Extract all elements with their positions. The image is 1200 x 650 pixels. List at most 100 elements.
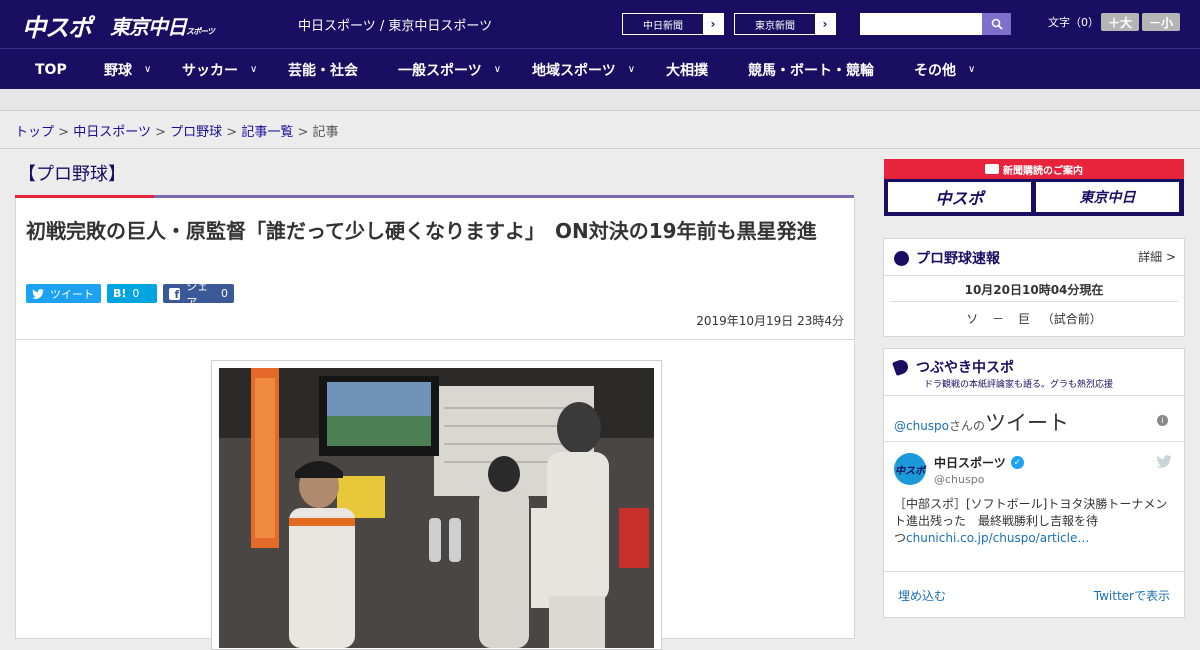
chevron-down-icon: ∨: [493, 64, 502, 75]
search-button[interactable]: [982, 13, 1011, 35]
tsubuyaki-header: つぶやき中スポ: [892, 357, 1014, 377]
nav-item-local-sports[interactable]: 地域スポーツ ∨: [532, 49, 635, 90]
breadcrumb-separator: >: [226, 125, 238, 140]
site-name: 中日スポーツ / 東京中日スポーツ: [298, 19, 493, 34]
twitter-handle-link[interactable]: @chuspo: [894, 419, 949, 433]
twitter-widget: つぶやき中スポ ドラ観戦の本紙評論家も語る。グラも熱烈応援 @chuspo さん…: [883, 348, 1185, 618]
tsubuyaki-title: つぶやき中スポ: [916, 360, 1014, 376]
hatena-count: 0: [132, 287, 140, 300]
nav-item-general-sports[interactable]: 一般スポーツ ∨: [398, 49, 501, 90]
divider: [884, 441, 1184, 442]
tokyo-chunichi-logo[interactable]: 東京中日スポーツ: [110, 11, 215, 40]
view-on-twitter-link[interactable]: Twitterで表示: [1094, 587, 1170, 604]
verified-badge-icon: ✓: [1010, 456, 1024, 469]
nav-item-label: 地域スポーツ: [532, 62, 616, 79]
dugout-photo-illustration: [219, 368, 654, 648]
tokyo-logo-text: 東京中日: [110, 15, 187, 39]
nav-item-label: 競馬・ボート・競輪: [748, 62, 874, 79]
account-name[interactable]: 中日スポーツ: [934, 454, 1006, 471]
score-dash: －: [992, 312, 1005, 326]
twitter-heading: ツイート: [985, 411, 1070, 435]
nav-item-label: 大相撲: [666, 62, 708, 79]
article-photo[interactable]: [219, 368, 654, 648]
nav-item-top[interactable]: TOP: [35, 49, 67, 90]
tweet-button[interactable]: ツイート: [26, 284, 101, 303]
facebook-icon: f: [169, 287, 181, 300]
article-header: 初戦完敗の巨人・原監督「誰だって少し硬くなりますよ」 ON対決の19年前も黒星発…: [15, 198, 855, 340]
nav-item-label: その他: [914, 62, 956, 79]
breadcrumb: トップ > 中日スポーツ > プロ野球 > 記事一覧 > 記事: [15, 121, 339, 140]
chuspo-logo[interactable]: 中スポ: [22, 8, 92, 43]
nav-item-label: 野球: [104, 62, 132, 79]
baseball-score-widget: プロ野球速報 詳細 > 10月20日10時04分現在 ソ － 巨 （試合前）: [883, 238, 1185, 337]
tweet-line: つchunichi.co.jp/chuspo/article…: [894, 530, 1178, 547]
hatena-bookmark-button[interactable]: B! 0: [107, 284, 157, 303]
newspaper-icon: [985, 164, 999, 174]
account-name-row: 中日スポーツ ✓: [934, 454, 1024, 471]
divider: [890, 301, 1178, 302]
article-photo-frame: [211, 360, 662, 650]
baseball-detail-link[interactable]: 詳細 >: [1138, 248, 1176, 265]
tweet-line: ト進出残った 最終戦勝利し吉報を待: [894, 514, 1099, 528]
breadcrumb-pro-baseball[interactable]: プロ野球: [170, 125, 222, 140]
chevron-down-icon: ∨: [627, 64, 636, 75]
chevron-down-icon: ∨: [968, 64, 976, 75]
game-status: （試合前）: [1041, 312, 1102, 326]
breadcrumb-article-list[interactable]: 記事一覧: [241, 125, 293, 140]
nav-item-label: 一般スポーツ: [398, 62, 482, 79]
subscription-banner[interactable]: 新聞購読のご案内 中スポ 東京中日: [884, 159, 1184, 216]
baseball-update-time: 10月20日10時04分現在: [964, 283, 1104, 297]
embed-link[interactable]: 埋め込む: [898, 587, 946, 604]
tweet-label: ツイート: [50, 287, 94, 301]
nav-item-sumo[interactable]: 大相撲: [666, 49, 708, 90]
subscription-title: 新聞購読のご案内: [1003, 165, 1083, 177]
subscribe-tokyo-button[interactable]: 東京中日: [1036, 182, 1179, 212]
chevron-right-icon: ›: [703, 14, 723, 34]
breadcrumb-chunichi-sports[interactable]: 中日スポーツ: [73, 125, 151, 140]
facebook-share-button[interactable]: f シェア 0: [163, 280, 234, 309]
nav-item-soccer[interactable]: サッカー ∨: [182, 49, 257, 90]
paper-link-label: 中日新聞: [643, 20, 683, 32]
twitter-handle-suffix: さんの: [949, 419, 986, 433]
nav-item-entertainment[interactable]: 芸能・社会: [288, 49, 358, 90]
main-nav: TOP 野球 ∨ サッカー ∨ 芸能・社会 一般スポーツ ∨ 地域スポーツ ∨ 大相撲 …: [0, 48, 1200, 89]
chevron-right-icon: ›: [815, 14, 835, 34]
info-icon[interactable]: i: [1157, 415, 1168, 426]
nav-item-racing[interactable]: 競馬・ボート・競輪: [748, 49, 874, 90]
top-header: 中スポ 東京中日スポーツ 中日スポーツ / 東京中日スポーツ 中日新聞 › 東京…: [0, 0, 1200, 48]
baseball-game-row[interactable]: ソ － 巨 （試合前）: [884, 310, 1184, 327]
home-team: ソ: [966, 312, 979, 326]
chevron-down-icon: ∨: [144, 64, 152, 75]
chevron-down-icon: ∨: [250, 64, 258, 75]
font-size-label: 文字（0）: [1048, 16, 1099, 29]
facebook-count: 0: [221, 287, 228, 300]
baseball-icon: [894, 250, 909, 266]
account-handle[interactable]: @chuspo: [934, 473, 984, 486]
breadcrumb-divider: [0, 148, 1200, 149]
breadcrumb-top[interactable]: トップ: [15, 125, 54, 140]
twitter-bird-icon[interactable]: [1156, 455, 1172, 468]
article-date: 2019年10月19日 23時4分: [696, 314, 844, 328]
hatena-icon: B!: [113, 287, 127, 300]
chunichi-shimbun-link[interactable]: 中日新聞 ›: [622, 13, 724, 35]
divider: [884, 571, 1184, 572]
account-avatar[interactable]: 中スポ: [894, 453, 926, 485]
font-bigger-button[interactable]: ＋大: [1101, 13, 1139, 31]
breadcrumb-separator: >: [58, 125, 70, 140]
subscribe-chuspo-button[interactable]: 中スポ: [888, 182, 1031, 212]
article-photo-area: [15, 339, 855, 650]
font-smaller-button[interactable]: －小: [1142, 13, 1180, 31]
nav-item-other[interactable]: その他 ∨: [914, 49, 975, 90]
tokyo-logo-small: スポーツ: [186, 27, 215, 36]
search-input[interactable]: [860, 13, 982, 35]
nav-item-baseball[interactable]: 野球 ∨: [104, 49, 151, 90]
nav-item-label: TOP: [35, 61, 67, 78]
tweet-link[interactable]: chunichi.co.jp/chuspo/article…: [906, 531, 1089, 545]
tweet-line-prefix: つ: [894, 531, 907, 545]
divider: [884, 275, 1184, 276]
divider: [884, 395, 1184, 396]
article-headline: 初戦完敗の巨人・原監督「誰だって少し硬くなりますよ」 ON対決の19年前も黒星発…: [26, 219, 817, 243]
twitter-bird-icon: [32, 288, 44, 299]
nav-item-label: 芸能・社会: [288, 62, 358, 79]
tokyo-shimbun-link[interactable]: 東京新聞 ›: [734, 13, 836, 35]
